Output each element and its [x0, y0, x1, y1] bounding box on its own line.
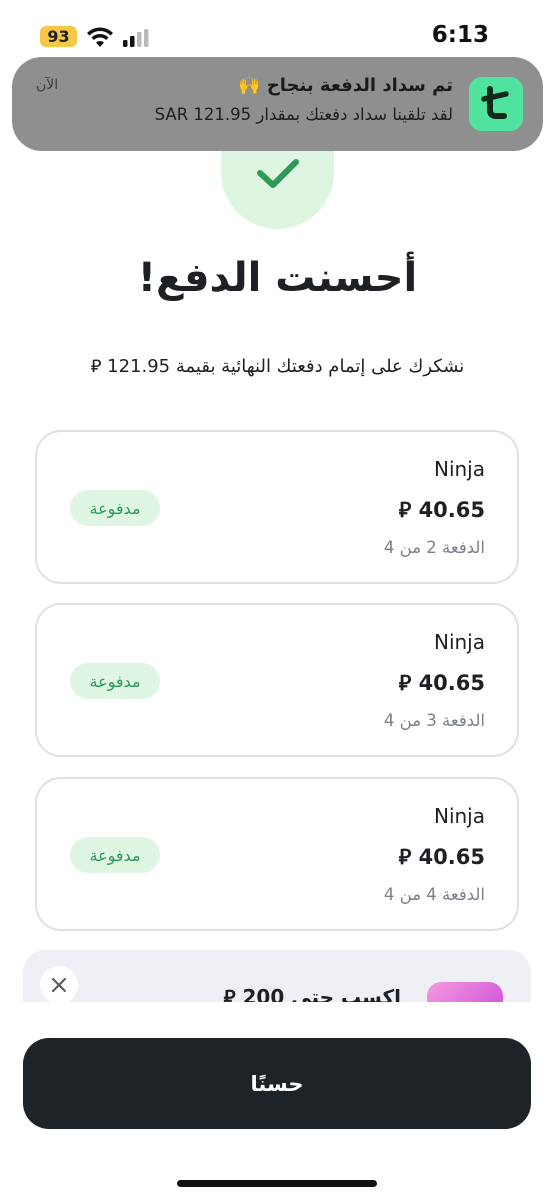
page-title: أحسنت الدفع!: [137, 255, 418, 301]
merchant-name: Ninja: [433, 804, 485, 828]
bottom-action-bar: حسنًا: [0, 1002, 555, 1200]
status-badge: مدفوعة: [70, 663, 160, 699]
status-badge: مدفوعة: [70, 490, 160, 526]
tabby-logo-icon: [481, 86, 509, 119]
ok-button[interactable]: حسنًا: [23, 1038, 531, 1129]
page-subtitle: نشكرك على إتمام دفعتك النهائية بقيمة 121…: [90, 356, 465, 377]
close-icon: [51, 977, 67, 993]
notification-title: تم سداد الدفعة بنجاح 🙌: [238, 75, 453, 96]
battery-indicator: 93: [40, 26, 77, 47]
cellular-signal-icon: [123, 29, 149, 47]
tabby-app-icon: [469, 77, 523, 131]
home-indicator[interactable]: [177, 1180, 377, 1187]
payment-amount: 40.65 ⃁: [398, 845, 485, 869]
payment-card: Ninja 40.65 ⃁ الدفعة 3 من 4 مدفوعة: [35, 603, 519, 757]
promo-close-button[interactable]: [40, 966, 78, 1004]
status-bar: 93 6:13: [0, 0, 555, 60]
status-time: 6:13: [431, 22, 489, 48]
checkmark-icon: [256, 159, 299, 188]
payment-amount: 40.65 ⃁: [398, 671, 485, 695]
payment-success-screen: 93 6:13 تم سداد الدفعة بنجاح 🙌 لقد تلقين…: [0, 0, 555, 1200]
installment-label: الدفعة 2 من 4: [383, 538, 485, 557]
payment-card: Ninja 40.65 ⃁ الدفعة 4 من 4 مدفوعة: [35, 777, 519, 931]
payment-amount: 40.65 ⃁: [398, 498, 485, 522]
wifi-icon: [87, 27, 113, 47]
payment-card: Ninja 40.65 ⃁ الدفعة 2 من 4 مدفوعة: [35, 430, 519, 584]
notification-time: الآن: [36, 77, 59, 93]
installment-label: الدفعة 4 من 4: [383, 885, 485, 904]
status-badge: مدفوعة: [70, 837, 160, 873]
merchant-name: Ninja: [433, 457, 485, 481]
merchant-name: Ninja: [433, 630, 485, 654]
notification-body: لقد تلقينا سداد دفعتك بمقدار SAR 121.95: [154, 105, 453, 124]
push-notification[interactable]: تم سداد الدفعة بنجاح 🙌 لقد تلقينا سداد د…: [12, 57, 543, 151]
installment-label: الدفعة 3 من 4: [383, 711, 485, 730]
